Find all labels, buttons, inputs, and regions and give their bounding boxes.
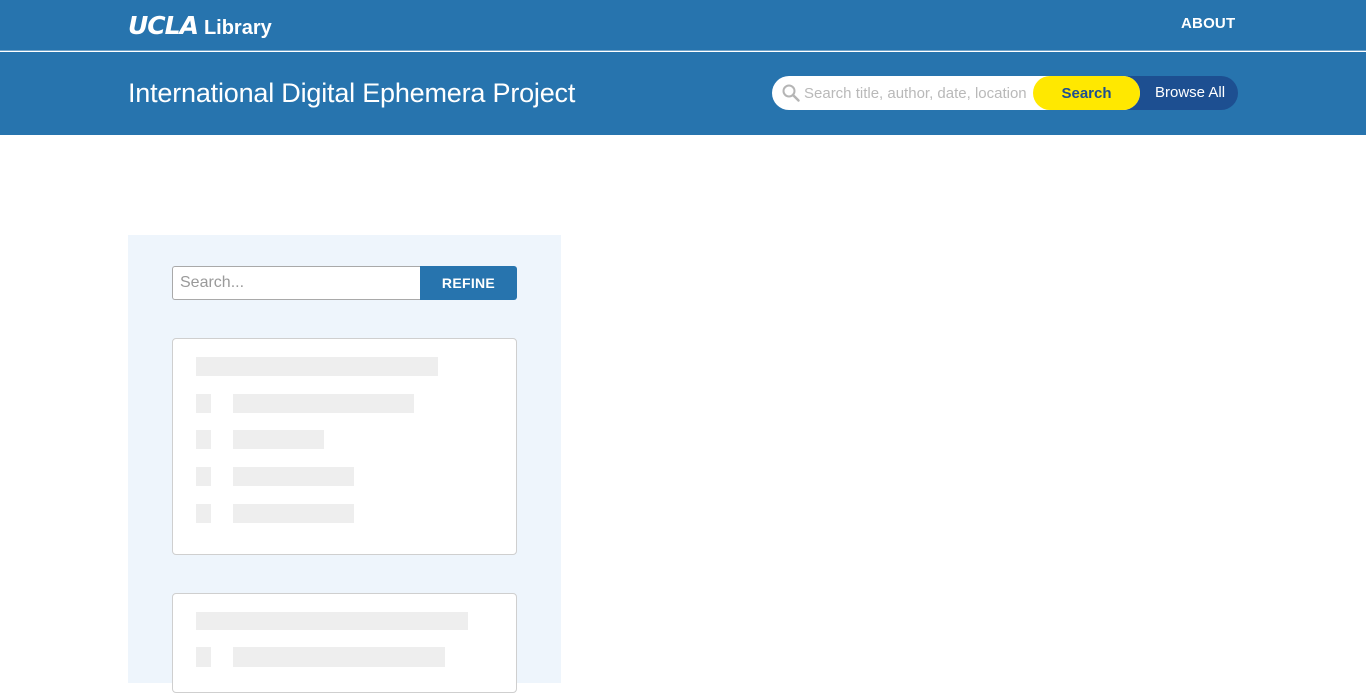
browse-all-label[interactable]: Browse All [1155,84,1225,101]
facet-sidebar: REFINE [128,235,561,693]
search-field: Search [772,76,1140,110]
skeleton-facet-label [233,467,354,486]
skeleton-facet-title [196,357,438,376]
skeleton-checkbox [196,647,211,667]
refine-search-input[interactable] [172,266,420,300]
facet-card-loading [172,338,517,555]
skeleton-facet-label [233,647,445,667]
header-bar: International Digital Ephemera Project B… [0,52,1366,135]
project-title[interactable]: International Digital Ephemera Project [128,78,575,109]
global-search: Browse All Search [772,76,1238,110]
skeleton-checkbox [196,504,211,523]
ucla-library-logo[interactable]: UCLA Library [128,11,272,40]
facet-card-loading [172,593,517,693]
skeleton-checkbox [196,467,211,486]
search-input[interactable] [804,82,1026,104]
logo-library-text: Library [203,17,272,39]
skeleton-facet-label [233,394,414,413]
refine-button[interactable]: REFINE [420,266,517,300]
skeleton-facet-title [196,612,468,630]
search-icon [782,84,800,102]
top-bar: UCLA Library ABOUT [0,0,1366,51]
about-link[interactable]: ABOUT [1181,15,1235,32]
search-button[interactable]: Search [1033,76,1140,110]
skeleton-facet-label [233,504,354,523]
skeleton-checkbox [196,430,211,449]
logo-ucla-text: UCLA [128,11,199,40]
skeleton-checkbox [196,394,211,413]
skeleton-facet-label [233,430,324,449]
